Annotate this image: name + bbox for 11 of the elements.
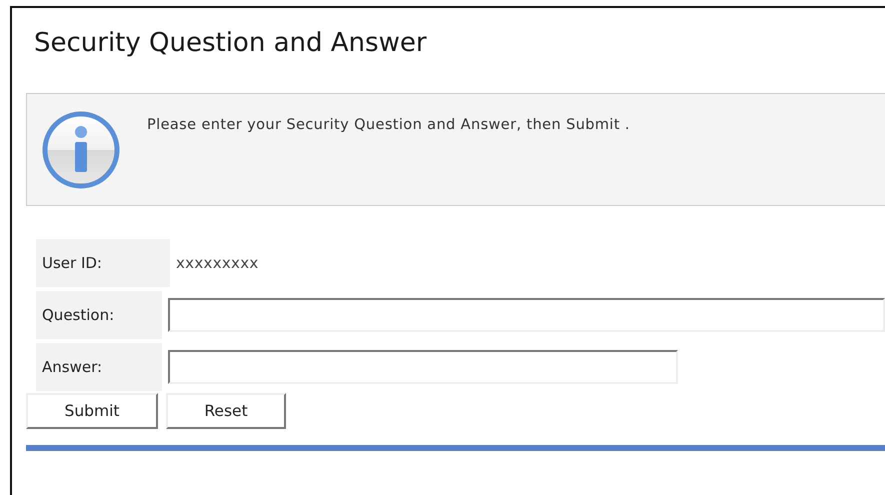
field-label: User ID: [36, 239, 170, 287]
field-label: Answer: [36, 343, 162, 391]
submit-button[interactable]: Submit [26, 393, 158, 429]
text-field[interactable] [168, 350, 678, 384]
field-value: xxxxxxxxx [176, 254, 259, 272]
page-title: Security Question and Answer [33, 27, 428, 60]
reset-button[interactable]: Reset [166, 393, 286, 429]
info-message: Please enter your Security Question and Answer, then Submit . [147, 117, 630, 133]
field-label: Question: [36, 291, 162, 339]
info-icon [41, 110, 121, 190]
text-field[interactable] [168, 298, 885, 332]
